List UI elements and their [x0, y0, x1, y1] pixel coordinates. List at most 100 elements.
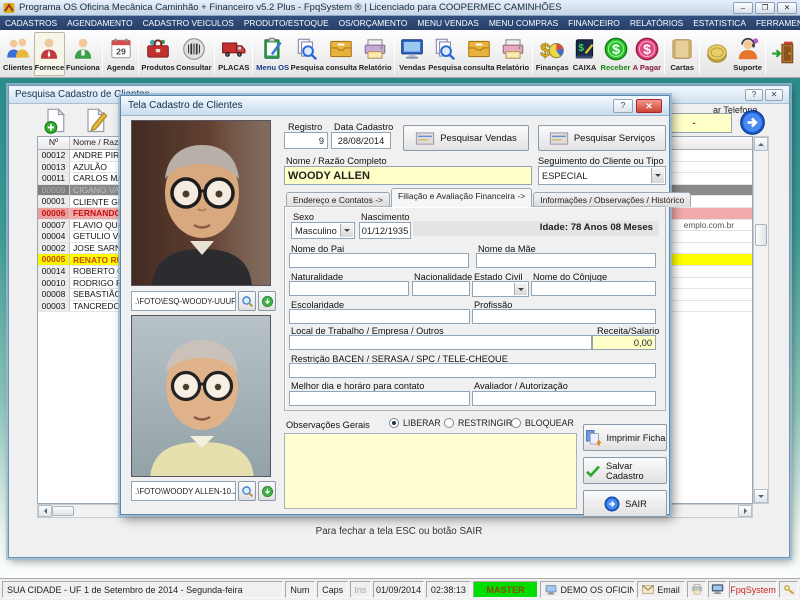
radio-bloquear[interactable]: BLOQUEAR — [511, 418, 574, 428]
sair-button[interactable]: SAIR — [583, 490, 667, 517]
minimize-button[interactable]: – — [733, 2, 753, 14]
restricao-input[interactable] — [289, 363, 656, 378]
menu-compras[interactable]: MENU COMPRAS — [484, 16, 563, 30]
toolbar-button-cartas[interactable]: Cartas — [667, 32, 697, 76]
pai-input[interactable] — [289, 253, 469, 268]
status-monitor[interactable] — [708, 581, 727, 598]
toolbar-button-receber[interactable]: $Receber — [600, 32, 632, 76]
receita-input[interactable]: 0,00 — [592, 335, 656, 350]
toolbar-button-pesquisa-vendas[interactable]: Pesquisa — [427, 32, 462, 76]
toolbar-button-agenda[interactable]: 29Agenda — [105, 32, 135, 76]
edit-record-button[interactable] — [81, 107, 109, 135]
toolbar-button-relatorio-vendas[interactable]: Relatório — [495, 32, 530, 76]
photo-path-input-bottom[interactable]: .\FOTO\WOODY ALLEN-10.J — [131, 481, 236, 501]
pesquisar-vendas-button[interactable]: Pesquisar Vendas — [403, 125, 529, 151]
data-cadastro-input[interactable]: 28/08/2014 — [331, 132, 391, 149]
avaliador-input[interactable] — [472, 391, 656, 406]
toolbar-button-consultar[interactable]: Consultar — [176, 32, 213, 76]
toolbar-button-relatorio-os[interactable]: Relatório — [358, 32, 393, 76]
close-button[interactable]: ✕ — [777, 2, 797, 14]
photo-zoom-button[interactable] — [238, 481, 256, 501]
maximize-button[interactable]: ❐ — [755, 2, 775, 14]
tab-endereco[interactable]: Endereço e Contatos -> — [286, 192, 390, 207]
close-window-button[interactable]: ✕ — [765, 89, 783, 101]
toolbar-button-placas[interactable]: PLACAS — [217, 32, 250, 76]
toolbar-button-consulta-vendas[interactable]: consulta — [462, 32, 495, 76]
search-go-button[interactable] — [739, 109, 766, 136]
toolbar-button-sair-app[interactable] — [768, 32, 798, 76]
escolaridade-input[interactable] — [289, 309, 470, 324]
sexo-select[interactable]: Masculino — [291, 222, 355, 239]
menu-financeiro[interactable]: FINANCEIRO — [563, 16, 625, 30]
chevron-down-icon[interactable] — [651, 168, 664, 183]
menu-relatorios[interactable]: RELATÓRIOS — [625, 16, 688, 30]
radio-liberar[interactable]: LIBERAR — [389, 418, 441, 428]
toolbar-button-pesquisa-os[interactable]: Pesquisa — [290, 32, 325, 76]
dialog-help-button[interactable]: ? — [613, 99, 633, 113]
menu-agendamento[interactable]: AGENDAMENTO — [62, 16, 137, 30]
scroll-left-button[interactable] — [38, 505, 52, 517]
menu-cadastro-veiculos[interactable]: CADASTRO VEICULOS — [138, 16, 239, 30]
estado-civil-select[interactable] — [472, 281, 529, 297]
status-system: DEMO OS OFICINA 5.2 — [540, 581, 635, 598]
toolbar-separator — [532, 34, 533, 74]
observacoes-textarea[interactable] — [284, 433, 577, 509]
photo-path-input-top[interactable]: .\FOTO\ESQ-WOODY-UUUF — [131, 291, 236, 311]
toolbar-button-moeda[interactable] — [702, 32, 732, 76]
toolbar-button-funcionarios[interactable]: Funciona — [65, 32, 100, 76]
dialog-close-button[interactable]: ✕ — [636, 99, 662, 113]
salvar-cadastro-button[interactable]: Salvar Cadastro — [583, 457, 667, 484]
conjuge-input[interactable] — [531, 281, 656, 296]
tab-filiacao[interactable]: Filiação e Avaliação Financeira -> — [391, 188, 532, 207]
pesquisar-servicos-button[interactable]: Pesquisar Serviços — [538, 125, 666, 151]
toolbar-button-consulta-os[interactable]: consulta — [325, 32, 358, 76]
dialog-titlebar[interactable]: Tela Cadastro de Clientes ? ✕ — [121, 96, 669, 116]
scroll-right-button[interactable] — [738, 505, 752, 517]
menu-ferramentas[interactable]: FERRAMENTAS — [751, 16, 800, 30]
nacionalidade-input[interactable] — [412, 281, 470, 296]
toolbar-button-clientes[interactable]: Clientes — [2, 32, 34, 76]
nome-input[interactable]: WOODY ALLEN — [284, 166, 532, 185]
chevron-down-icon[interactable] — [340, 224, 353, 237]
seguimento-select[interactable]: ESPECIAL — [538, 166, 666, 185]
status-printer[interactable] — [687, 581, 706, 598]
registro-input[interactable]: 9 — [284, 132, 328, 149]
chevron-down-icon[interactable] — [514, 283, 527, 295]
toolbar-button-financas[interactable]: $Finanças — [535, 32, 570, 76]
toolbar-button-vendas[interactable]: Vendas — [397, 32, 427, 76]
row-num: 00005 — [38, 254, 70, 265]
add-record-button[interactable] — [41, 107, 69, 135]
naturalidade-input[interactable] — [289, 281, 409, 296]
radio-restringir[interactable]: RESTRINGIR — [444, 418, 512, 428]
toolbar-button-a-pagar[interactable]: $A Pagar — [632, 32, 663, 76]
menu-os-orcamento[interactable]: OS/ORÇAMENTO — [334, 16, 413, 30]
menu-cadastros[interactable]: CADASTROS — [0, 16, 62, 30]
toolbar-button-suporte[interactable]: Suporte — [732, 32, 763, 76]
toolbar-button-caixa[interactable]: $CAIXA — [570, 32, 600, 76]
photo-zoom-button[interactable] — [238, 291, 256, 311]
imprimir-ficha-button[interactable]: Imprimir Ficha — [583, 424, 667, 451]
nascimento-input[interactable]: 01/12/1935 — [359, 222, 411, 239]
menu-estatistica[interactable]: ESTATISTICA — [688, 16, 751, 30]
menu-produto-estoque[interactable]: PRODUTO/ESTOQUE — [239, 16, 334, 30]
photo-load-button[interactable] — [258, 481, 276, 501]
tab-informacoes[interactable]: Informações / Observações / Histórico — [533, 192, 691, 207]
help-button[interactable]: ? — [745, 89, 763, 101]
toolbar-button-fornecedores[interactable]: Fornece — [34, 32, 66, 76]
scroll-thumb[interactable] — [755, 224, 767, 246]
profissao-input[interactable] — [472, 309, 656, 324]
scroll-up-button[interactable] — [754, 137, 768, 151]
mae-input[interactable] — [476, 253, 656, 268]
menu-vendas[interactable]: MENU VENDAS — [412, 16, 483, 30]
status-email[interactable]: Email — [637, 581, 685, 598]
toolbar-button-menu-os[interactable]: Menu OS — [255, 32, 290, 76]
scroll-down-button[interactable] — [754, 489, 768, 503]
trabalho-input[interactable] — [289, 335, 592, 350]
melhor-contato-input[interactable] — [289, 391, 470, 406]
toolbar-button-produtos[interactable]: Produtos — [141, 32, 176, 76]
scroll-thumb[interactable] — [52, 506, 74, 516]
column-header-num[interactable]: Nº — [38, 137, 70, 149]
photo-load-button[interactable] — [258, 291, 276, 311]
toolbar-label: Suporte — [733, 63, 762, 72]
vertical-scrollbar[interactable] — [753, 136, 769, 504]
